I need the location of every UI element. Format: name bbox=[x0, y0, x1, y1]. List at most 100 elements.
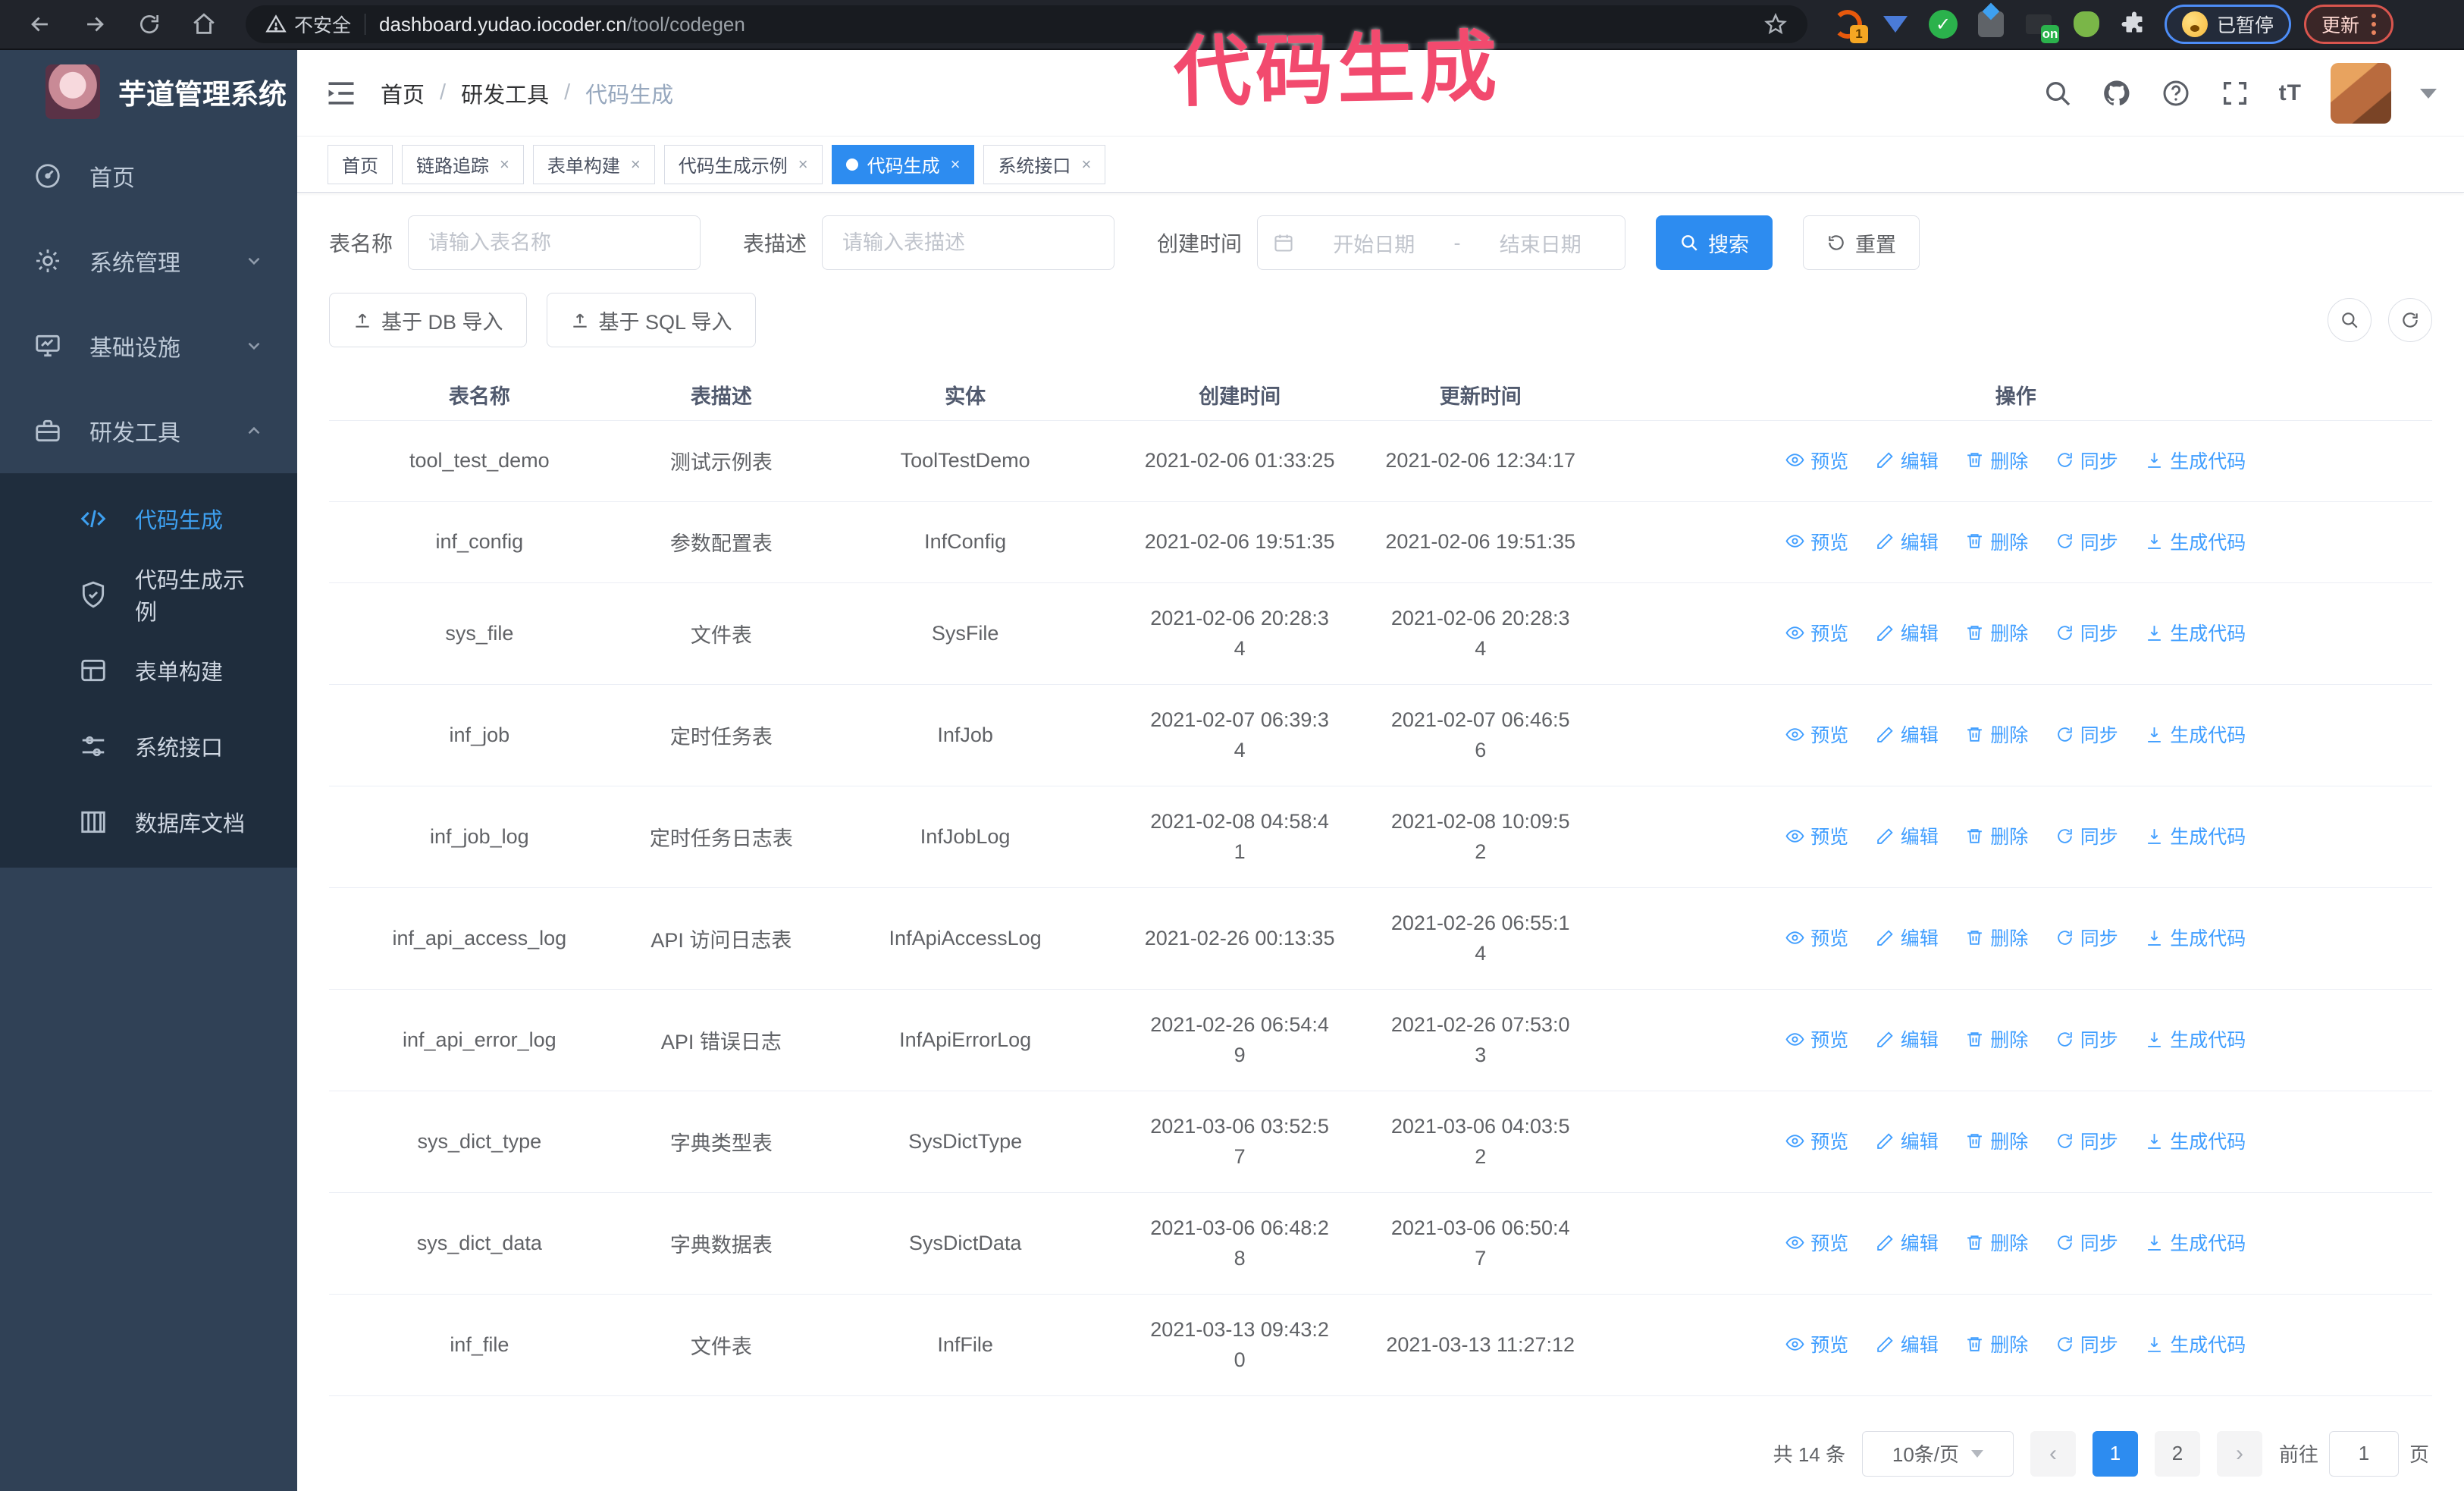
preview-link[interactable]: 预览 bbox=[1785, 1127, 1848, 1154]
security-indicator[interactable]: 不安全 bbox=[265, 11, 351, 38]
github-icon[interactable] bbox=[2102, 78, 2132, 108]
generate-code-link[interactable]: 生成代码 bbox=[2145, 1025, 2246, 1053]
edit-link[interactable]: 编辑 bbox=[1876, 528, 1939, 555]
browser-menu-icon[interactable] bbox=[2372, 14, 2377, 35]
generate-code-link[interactable]: 生成代码 bbox=[2145, 720, 2246, 748]
extension-grid-icon[interactable] bbox=[1973, 7, 2008, 42]
delete-link[interactable]: 删除 bbox=[1965, 619, 2028, 646]
generate-code-link[interactable]: 生成代码 bbox=[2145, 822, 2246, 849]
table-desc-input[interactable] bbox=[822, 215, 1115, 270]
tab-form-builder[interactable]: 表单构建 × bbox=[532, 144, 655, 184]
browser-back-button[interactable] bbox=[17, 4, 64, 45]
sync-link[interactable]: 同步 bbox=[2055, 822, 2118, 849]
delete-link[interactable]: 删除 bbox=[1965, 1127, 2028, 1154]
browser-home-button[interactable] bbox=[180, 4, 227, 45]
breadcrumb-dev-tools[interactable]: 研发工具 bbox=[461, 77, 549, 109]
sync-link[interactable]: 同步 bbox=[2055, 1025, 2118, 1053]
sync-link[interactable]: 同步 bbox=[2055, 1330, 2118, 1358]
page-button-1[interactable]: 1 bbox=[2092, 1430, 2138, 1477]
puzzle-icon[interactable] bbox=[2117, 7, 2152, 42]
generate-code-link[interactable]: 生成代码 bbox=[2145, 924, 2246, 951]
search-button[interactable]: 搜索 bbox=[1656, 215, 1773, 270]
close-icon[interactable]: × bbox=[951, 155, 961, 174]
preview-link[interactable]: 预览 bbox=[1785, 1025, 1848, 1053]
close-icon[interactable]: × bbox=[631, 155, 641, 174]
tab-tracing[interactable]: 链路追踪 × bbox=[402, 144, 524, 184]
delete-link[interactable]: 删除 bbox=[1965, 1229, 2028, 1256]
extension-check-icon[interactable]: ✓ bbox=[1926, 7, 1961, 42]
sync-link[interactable]: 同步 bbox=[2055, 1229, 2118, 1256]
goto-page-input[interactable] bbox=[2328, 1430, 2399, 1477]
sidebar-item-system-api[interactable]: 系统接口 bbox=[0, 708, 297, 784]
search-icon[interactable] bbox=[2042, 78, 2073, 108]
edit-link[interactable]: 编辑 bbox=[1876, 1025, 1939, 1053]
edit-link[interactable]: 编辑 bbox=[1876, 1330, 1939, 1358]
edit-link[interactable]: 编辑 bbox=[1876, 619, 1939, 646]
hamburger-icon[interactable] bbox=[324, 77, 358, 110]
import-sql-button[interactable]: 基于 SQL 导入 bbox=[546, 293, 756, 347]
profile-paused-chip[interactable]: 已暂停 bbox=[2165, 5, 2292, 44]
generate-code-link[interactable]: 生成代码 bbox=[2145, 447, 2246, 474]
next-page-button[interactable]: › bbox=[2216, 1430, 2262, 1477]
sidebar-item-form-builder[interactable]: 表单构建 bbox=[0, 632, 297, 708]
browser-forward-button[interactable] bbox=[71, 4, 118, 45]
preview-link[interactable]: 预览 bbox=[1785, 1330, 1848, 1358]
preview-link[interactable]: 预览 bbox=[1785, 447, 1848, 474]
import-db-button[interactable]: 基于 DB 导入 bbox=[329, 293, 527, 347]
delete-link[interactable]: 删除 bbox=[1965, 924, 2028, 951]
sync-link[interactable]: 同步 bbox=[2055, 447, 2118, 474]
user-avatar[interactable] bbox=[2331, 62, 2391, 124]
tab-codegen-example[interactable]: 代码生成示例 × bbox=[663, 144, 823, 184]
close-icon[interactable]: × bbox=[1081, 155, 1091, 174]
reset-button[interactable]: 重置 bbox=[1803, 215, 1920, 270]
app-logo-row[interactable]: 芋道管理系统 bbox=[0, 50, 297, 133]
table-name-input[interactable] bbox=[408, 215, 701, 270]
delete-link[interactable]: 删除 bbox=[1965, 1025, 2028, 1053]
sync-link[interactable]: 同步 bbox=[2055, 1127, 2118, 1154]
generate-code-link[interactable]: 生成代码 bbox=[2145, 528, 2246, 555]
tab-codegen[interactable]: 代码生成 × bbox=[831, 144, 975, 184]
sync-link[interactable]: 同步 bbox=[2055, 924, 2118, 951]
preview-link[interactable]: 预览 bbox=[1785, 924, 1848, 951]
sync-link[interactable]: 同步 bbox=[2055, 528, 2118, 555]
sidebar-item-system-management[interactable]: 系统管理 bbox=[0, 218, 297, 303]
preview-link[interactable]: 预览 bbox=[1785, 528, 1848, 555]
generate-code-link[interactable]: 生成代码 bbox=[2145, 1330, 2246, 1358]
date-range-picker[interactable]: 开始日期 - 结束日期 bbox=[1257, 215, 1626, 270]
close-icon[interactable]: × bbox=[500, 155, 509, 174]
preview-link[interactable]: 预览 bbox=[1785, 720, 1848, 748]
delete-link[interactable]: 删除 bbox=[1965, 822, 2028, 849]
sidebar-item-dev-tools[interactable]: 研发工具 bbox=[0, 388, 297, 473]
caret-down-icon[interactable] bbox=[2420, 88, 2437, 107]
delete-link[interactable]: 删除 bbox=[1965, 447, 2028, 474]
sync-link[interactable]: 同步 bbox=[2055, 619, 2118, 646]
sidebar-item-home[interactable]: 首页 bbox=[0, 133, 297, 218]
sidebar-item-infrastructure[interactable]: 基础设施 bbox=[0, 303, 297, 388]
browser-update-button[interactable]: 更新 bbox=[2304, 5, 2394, 44]
edit-link[interactable]: 编辑 bbox=[1876, 924, 1939, 951]
edit-link[interactable]: 编辑 bbox=[1876, 1127, 1939, 1154]
extension-frog-icon[interactable] bbox=[2069, 7, 2104, 42]
bookmark-star-icon[interactable] bbox=[1763, 12, 1788, 36]
edit-link[interactable]: 编辑 bbox=[1876, 822, 1939, 849]
generate-code-link[interactable]: 生成代码 bbox=[2145, 1127, 2246, 1154]
generate-code-link[interactable]: 生成代码 bbox=[2145, 1229, 2246, 1256]
tab-home[interactable]: 首页 bbox=[328, 144, 393, 184]
delete-link[interactable]: 删除 bbox=[1965, 1330, 2028, 1358]
page-size-select[interactable]: 10条/页 bbox=[1861, 1430, 2014, 1477]
edit-link[interactable]: 编辑 bbox=[1876, 447, 1939, 474]
sync-link[interactable]: 同步 bbox=[2055, 720, 2118, 748]
breadcrumb-home[interactable]: 首页 bbox=[381, 77, 425, 109]
close-icon[interactable]: × bbox=[798, 155, 808, 174]
refresh-table-button[interactable] bbox=[2388, 298, 2432, 342]
sidebar-item-codegen[interactable]: 代码生成 bbox=[0, 481, 297, 557]
extension-gem-icon[interactable] bbox=[1878, 7, 1913, 42]
fullscreen-icon[interactable] bbox=[2220, 78, 2250, 108]
edit-link[interactable]: 编辑 bbox=[1876, 720, 1939, 748]
sidebar-item-codegen-example[interactable]: 代码生成示例 bbox=[0, 557, 297, 632]
tab-system-api[interactable]: 系统接口 × bbox=[983, 144, 1106, 184]
edit-link[interactable]: 编辑 bbox=[1876, 1229, 1939, 1256]
address-bar[interactable]: 不安全 dashboard.yudao.iocoder.cn/tool/code… bbox=[246, 5, 1807, 43]
page-button-2[interactable]: 2 bbox=[2154, 1430, 2200, 1477]
preview-link[interactable]: 预览 bbox=[1785, 1229, 1848, 1256]
